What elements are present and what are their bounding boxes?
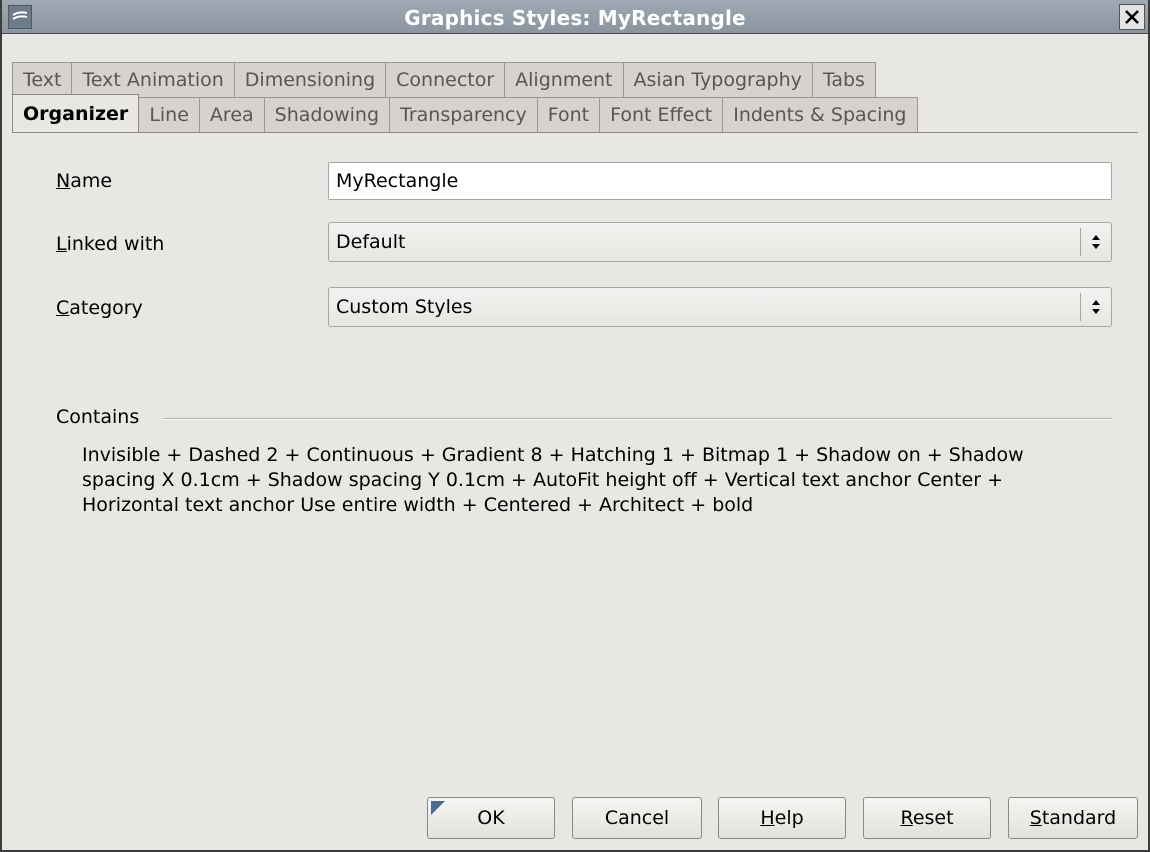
default-button-marker — [431, 801, 445, 815]
contains-separator — [164, 418, 1112, 420]
ok-button[interactable]: OK — [427, 797, 555, 839]
spin-updown-icon[interactable] — [1080, 228, 1110, 256]
dialog-window: Graphics Styles: MyRectangle Text Text A… — [0, 0, 1150, 852]
standard-button-label: Standard — [1029, 807, 1117, 829]
contains-text: Invisible + Dashed 2 + Continuous + Grad… — [82, 444, 1024, 516]
tab-alignment[interactable]: Alignment — [504, 62, 624, 97]
standard-button[interactable]: Standard — [1008, 797, 1138, 839]
tab-text[interactable]: Text — [12, 62, 73, 97]
tab-font[interactable]: Font — [536, 97, 601, 132]
help-button-label: Help — [760, 807, 804, 829]
spin-updown-icon[interactable] — [1080, 293, 1110, 321]
tab-organizer[interactable]: Organizer — [12, 94, 140, 132]
help-button[interactable]: Help — [718, 797, 846, 839]
reset-button[interactable]: Reset — [863, 797, 991, 839]
linked-with-select[interactable]: Default — [328, 222, 1112, 262]
tab-tabs[interactable]: Tabs — [811, 62, 876, 97]
tab-row-back: Text Text Animation Dimensioning Connect… — [12, 62, 876, 97]
linked-with-label: Linked with — [56, 233, 165, 255]
tab-row-front: Organizer Line Area Shadowing Transparen… — [12, 94, 918, 132]
name-input-value: MyRectangle — [336, 170, 459, 192]
tab-line[interactable]: Line — [138, 97, 200, 132]
linked-with-value: Default — [336, 231, 406, 253]
reset-button-label: Reset — [900, 807, 954, 829]
window-title: Graphics Styles: MyRectangle — [404, 6, 746, 30]
tab-indents-spacing[interactable]: Indents & Spacing — [722, 97, 918, 132]
category-label: Category — [56, 297, 143, 319]
close-button[interactable] — [1119, 4, 1145, 30]
tab-asian-typography[interactable]: Asian Typography — [622, 62, 813, 97]
tab-font-effect[interactable]: Font Effect — [599, 97, 724, 132]
contains-label: Contains — [56, 406, 140, 428]
tab-text-animation[interactable]: Text Animation — [71, 62, 235, 97]
close-icon — [1125, 10, 1139, 24]
ok-button-label: OK — [477, 807, 505, 829]
tab-transparency[interactable]: Transparency — [389, 97, 538, 132]
category-value: Custom Styles — [336, 296, 473, 318]
tab-shadowing[interactable]: Shadowing — [263, 97, 391, 132]
tab-dimensioning[interactable]: Dimensioning — [233, 62, 387, 97]
title-bar[interactable]: Graphics Styles: MyRectangle — [2, 0, 1148, 34]
cancel-button-label: Cancel — [604, 807, 670, 829]
name-input[interactable]: MyRectangle — [328, 162, 1112, 200]
category-select[interactable]: Custom Styles — [328, 287, 1112, 327]
name-label: Name — [56, 170, 113, 192]
tab-connector[interactable]: Connector — [385, 62, 506, 97]
tab-area[interactable]: Area — [198, 97, 265, 132]
cancel-button[interactable]: Cancel — [572, 797, 702, 839]
